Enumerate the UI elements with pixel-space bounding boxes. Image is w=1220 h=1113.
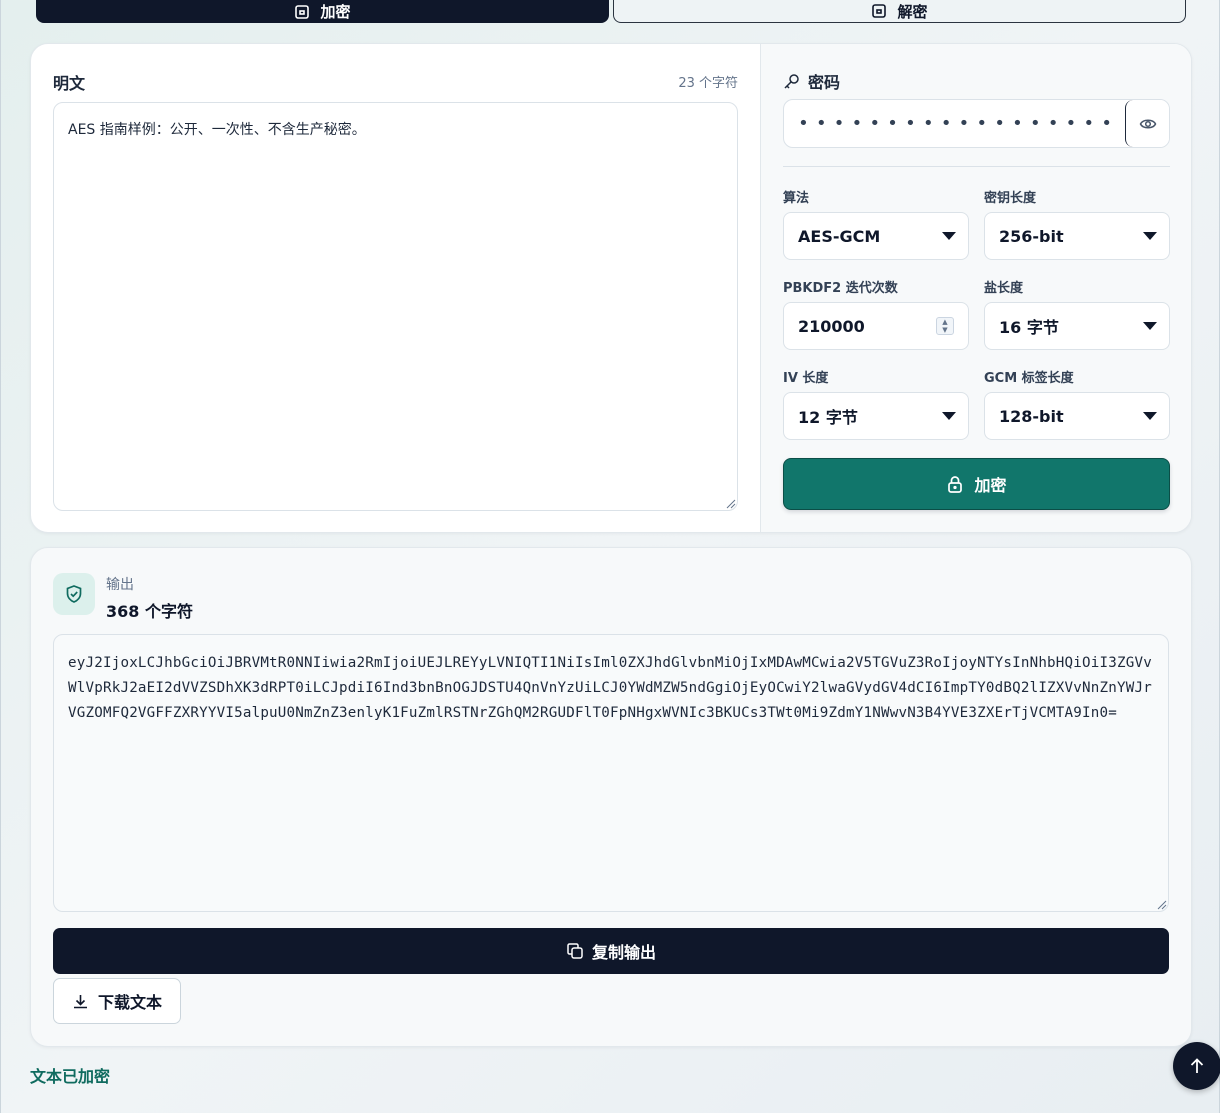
output-card: 输出 368 个字符 eyJ2IjoxLCJhbGciOiJBRVMtR0NNI…	[30, 547, 1192, 1047]
eye-icon	[1139, 119, 1156, 128]
output-icon-badge	[53, 573, 95, 615]
chevron-down-icon	[942, 232, 956, 240]
gcm-tag-length-select-value: 128-bit	[999, 406, 1064, 426]
encrypt-button[interactable]: 加密	[783, 458, 1170, 510]
password-label-text: 密码	[808, 73, 841, 92]
status-message: 文本已加密	[30, 1067, 111, 1086]
mode-tab-decrypt[interactable]: 解密	[613, 0, 1186, 23]
copy-output-button-label: 复制输出	[591, 943, 656, 962]
number-stepper[interactable]: ▲ ▼	[936, 317, 954, 335]
output-label: 输出	[106, 577, 134, 593]
stepper-up-icon[interactable]: ▲	[942, 318, 947, 326]
lock-icon	[948, 476, 963, 493]
output-textarea[interactable]: eyJ2IjoxLCJhbGciOiJBRVMtR0NNIiwia2RmIjoi…	[53, 634, 1169, 912]
toggle-password-visibility-button[interactable]	[1125, 100, 1169, 147]
algorithm-label: 算法	[783, 191, 810, 206]
salt-length-select[interactable]: 16 字节	[984, 302, 1170, 350]
chevron-down-icon	[942, 412, 956, 420]
encrypt-form-card: 明文 23 个字符 AES 指南样例：公开、一次性、不含生产秘密。 密码 算法 …	[30, 43, 1192, 533]
iterations-input-value: 210000	[798, 316, 865, 336]
chevron-down-icon	[1143, 322, 1157, 330]
iv-length-label: IV 长度	[783, 371, 829, 386]
plaintext-char-count: 23 个字符	[678, 76, 738, 91]
iterations-input[interactable]: 210000 ▲ ▼	[783, 302, 969, 350]
shield-check-icon	[66, 585, 82, 603]
iv-length-select-value: 12 字节	[798, 408, 858, 427]
mode-tab-encrypt[interactable]: 加密	[36, 0, 609, 23]
mode-tab-decrypt-label: 解密	[897, 2, 928, 21]
plaintext-pane: 明文 23 个字符 AES 指南样例：公开、一次性、不含生产秘密。	[31, 44, 760, 532]
key-length-label: 密钥长度	[984, 191, 1037, 206]
salt-length-label: 盐长度	[984, 281, 1024, 296]
algorithm-select[interactable]: AES-GCM	[783, 212, 969, 260]
gcm-tag-length-select[interactable]: 128-bit	[984, 392, 1170, 440]
resize-grip-icon[interactable]	[726, 499, 736, 509]
chevron-down-icon	[1143, 232, 1157, 240]
password-label: 密码	[783, 69, 840, 93]
key-length-select[interactable]: 256-bit	[984, 212, 1170, 260]
algorithm-select-value: AES-GCM	[798, 226, 881, 246]
plaintext-input[interactable]: AES 指南样例：公开、一次性、不含生产秘密。	[53, 102, 738, 511]
app-frame: 加密 解密 明文 23 个字符 AES 指南样例：公开、一次性、不含生产秘密。 …	[0, 0, 1220, 1113]
password-field	[783, 99, 1170, 148]
salt-length-select-value: 16 字节	[999, 318, 1059, 337]
resize-grip-icon[interactable]	[1157, 900, 1167, 910]
chevron-down-icon	[1143, 412, 1157, 420]
iterations-label: PBKDF2 迭代次数	[783, 281, 898, 296]
output-char-count: 368 个字符	[106, 602, 193, 621]
plaintext-title: 明文	[53, 74, 86, 93]
password-input[interactable]	[784, 100, 1126, 147]
mode-tab-encrypt-label: 加密	[320, 3, 351, 21]
copy-output-button[interactable]: 复制输出	[53, 928, 1169, 974]
unlock-square-icon	[872, 4, 887, 18]
settings-divider	[783, 166, 1170, 167]
lock-square-icon	[295, 4, 310, 19]
iv-length-select[interactable]: 12 字节	[783, 392, 969, 440]
download-text-button[interactable]: 下载文本	[53, 978, 181, 1024]
stepper-down-icon[interactable]: ▼	[942, 326, 947, 334]
copy-icon	[567, 943, 583, 959]
scroll-to-top-button[interactable]	[1173, 1042, 1220, 1090]
encrypt-button-label: 加密	[974, 476, 1007, 495]
gcm-tag-length-label: GCM 标签长度	[984, 371, 1074, 386]
settings-pane: 密码 算法 AES-GCM 密钥长度 256-bit PBKDF2 迭代次数	[760, 44, 1191, 532]
key-length-select-value: 256-bit	[999, 226, 1064, 246]
arrow-up-icon	[1190, 1058, 1204, 1073]
download-icon	[73, 994, 87, 1008]
key-icon	[784, 73, 799, 89]
download-text-button-label: 下载文本	[97, 993, 162, 1012]
